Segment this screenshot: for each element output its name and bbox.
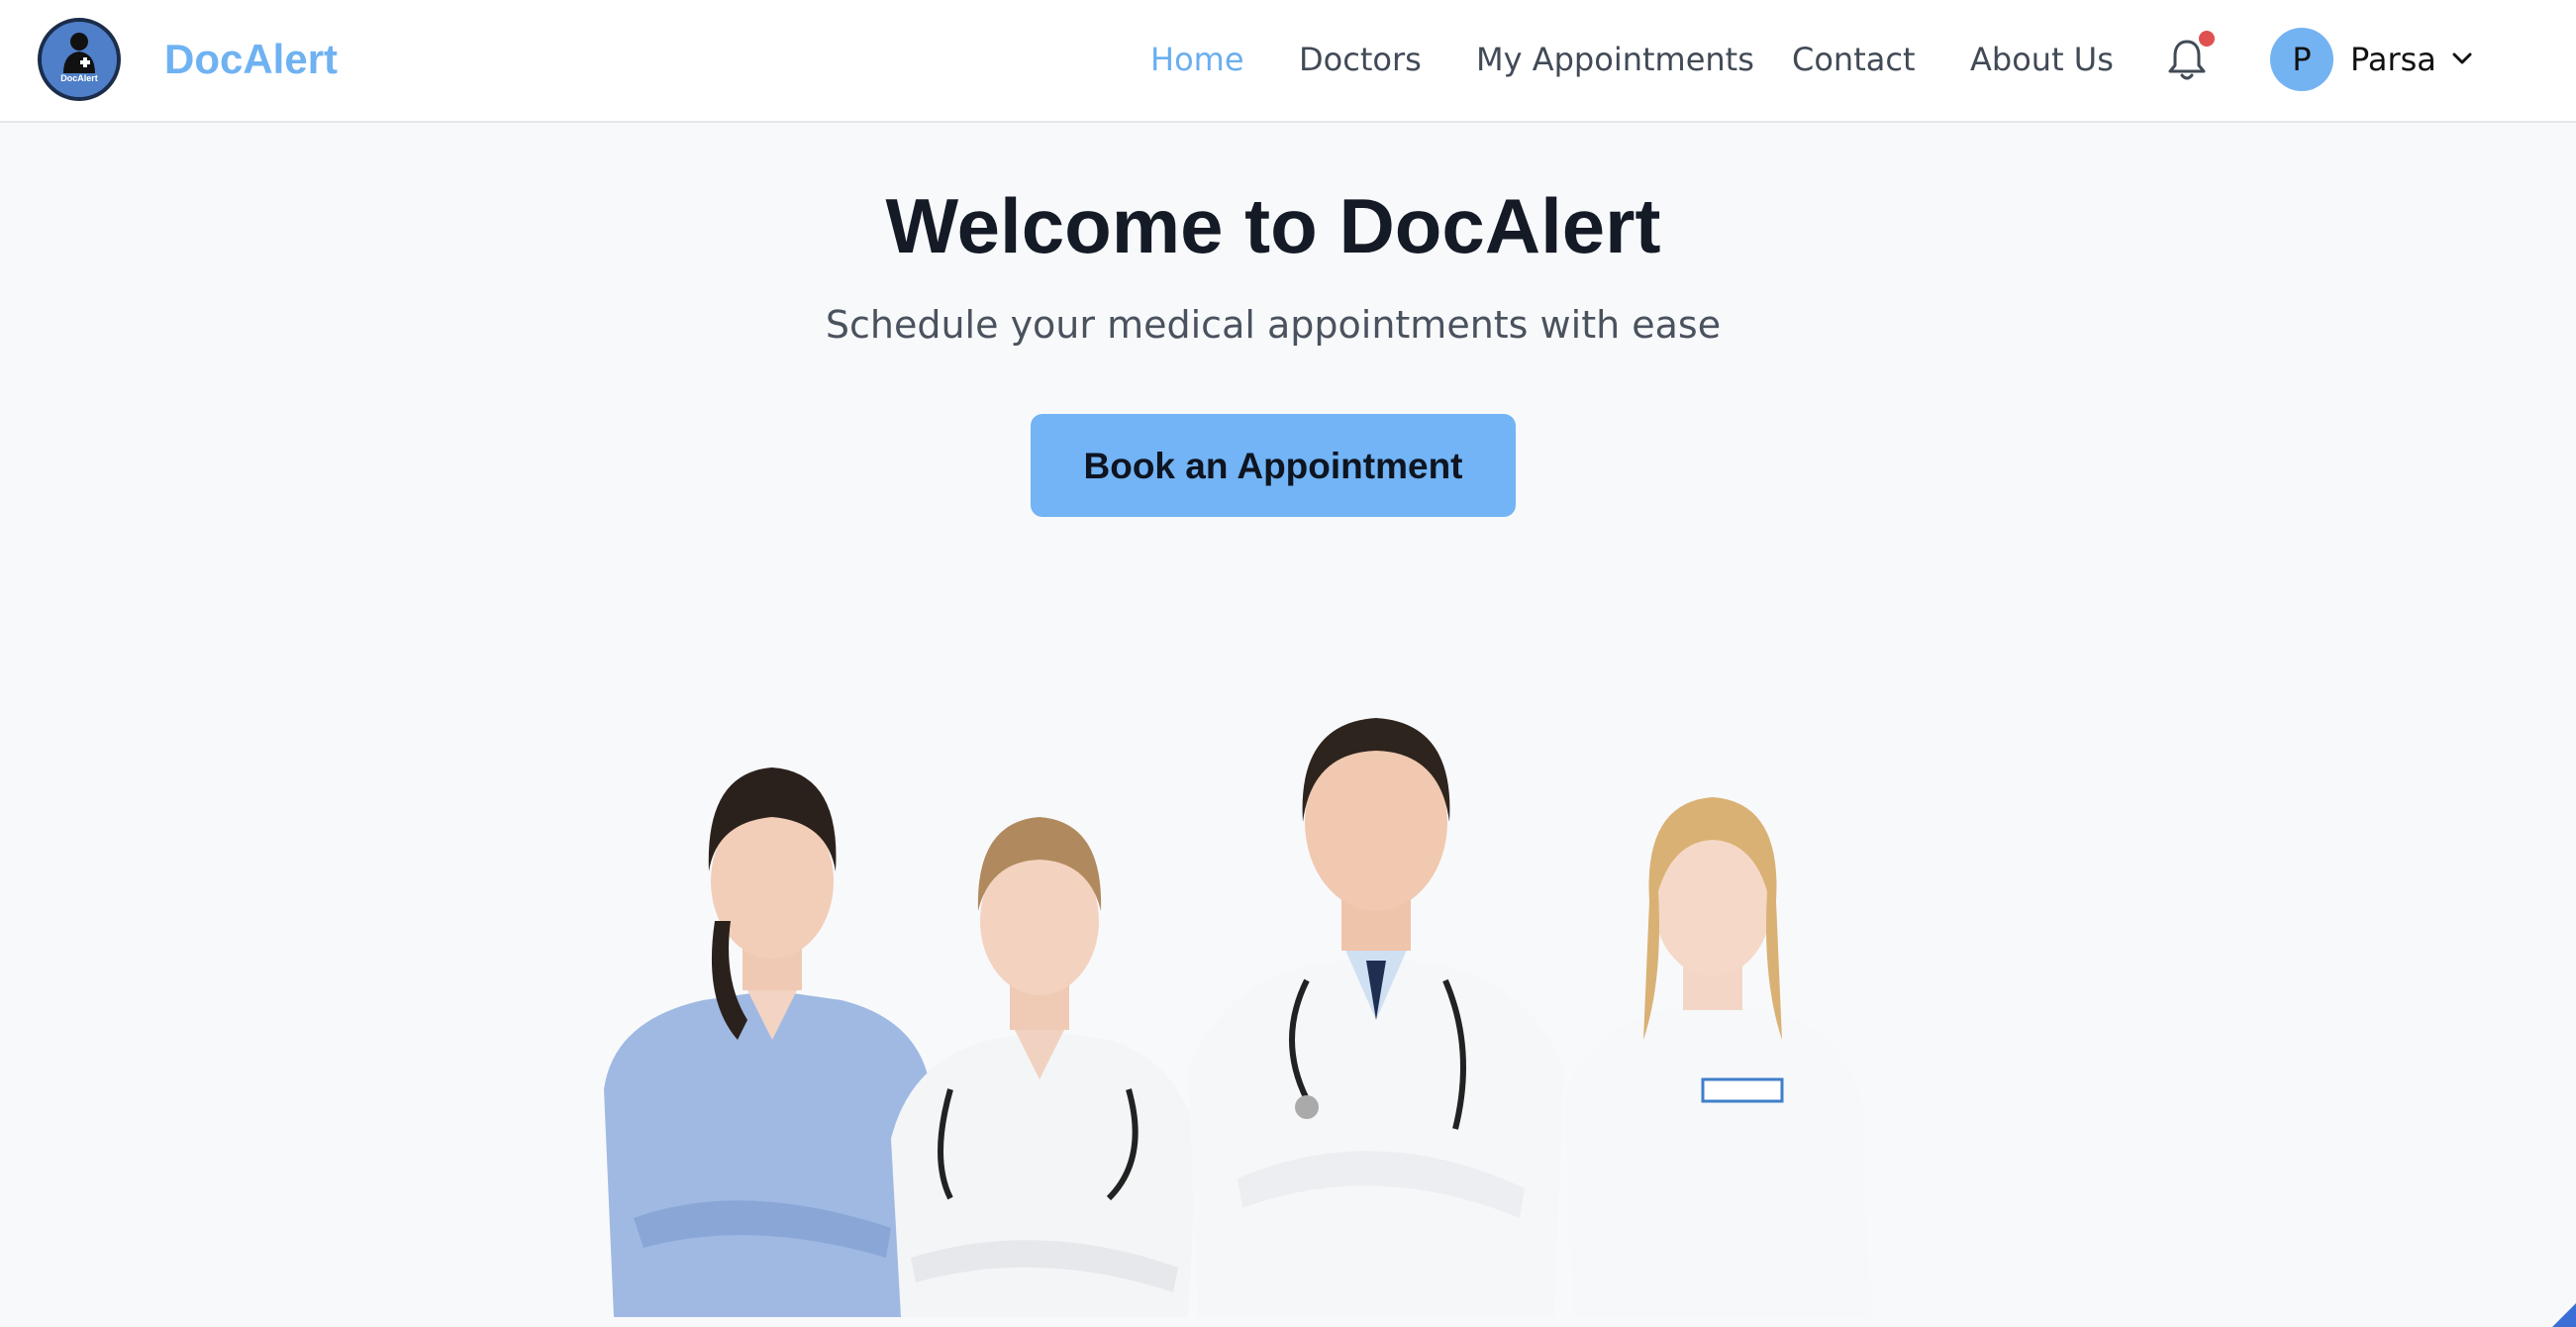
hero-subtitle: Schedule your medical appointments with … (825, 303, 1722, 347)
doctor-figure-3 (1188, 718, 1564, 1317)
nav-doctors[interactable]: Doctors (1299, 36, 1422, 83)
user-name[interactable]: Parsa (2350, 36, 2436, 83)
top-navbar: DocAlert DocAlert Home Doctors My Appoin… (0, 0, 2576, 123)
book-appointment-button[interactable]: Book an Appointment (1031, 414, 1516, 517)
nav-contact[interactable]: Contact (1792, 36, 1916, 83)
doctors-hero-image (604, 718, 1871, 1317)
doctor-figure-2 (891, 817, 1198, 1317)
doctor-silhouette-icon[interactable]: DocAlert (38, 18, 121, 101)
brand-name[interactable]: DocAlert (164, 34, 338, 85)
doctor-figure-4 (1564, 797, 1871, 1317)
corner-decoration (2552, 1303, 2576, 1327)
page-title: Welcome to DocAlert (885, 182, 1661, 269)
chevron-down-icon[interactable] (2449, 46, 2475, 71)
nav-home[interactable]: Home (1150, 36, 1244, 83)
nurse-figure (604, 767, 931, 1317)
notification-dot (2199, 31, 2215, 47)
nav-about-us[interactable]: About Us (1970, 36, 2114, 83)
avatar[interactable]: P (2270, 28, 2333, 91)
logo-text: DocAlert (60, 73, 98, 83)
nav-my-appointments[interactable]: My Appointments (1476, 36, 1754, 83)
